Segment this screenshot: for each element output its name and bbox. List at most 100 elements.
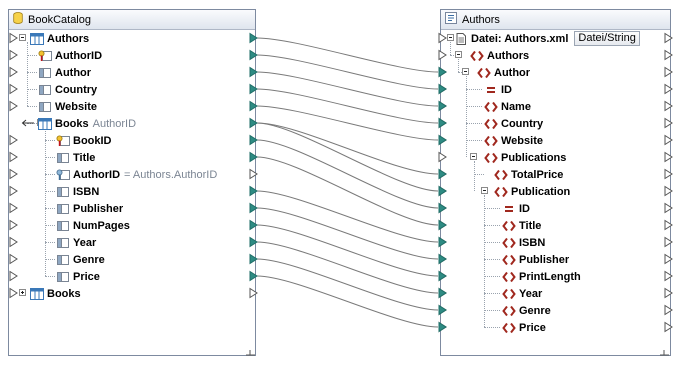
file-string-button[interactable]: Datei/String [574, 31, 640, 46]
left-row-year[interactable]: Year [56, 234, 96, 251]
left-row-numpages[interactable]: NumPages [56, 217, 130, 234]
input-connector[interactable] [9, 168, 18, 180]
right-row-name[interactable]: Name [484, 98, 531, 115]
connection-line[interactable] [256, 71, 439, 107]
output-connector[interactable] [249, 253, 258, 265]
output-connector[interactable] [249, 168, 258, 180]
output-connector[interactable] [249, 66, 258, 78]
output-connector[interactable] [664, 117, 673, 129]
input-connector[interactable] [438, 32, 447, 44]
collapse-toggle[interactable] [19, 34, 26, 41]
input-connector[interactable] [9, 66, 18, 78]
connection-line[interactable] [256, 190, 439, 243]
right-row-printlength[interactable]: PrintLength [502, 268, 581, 285]
input-connector[interactable] [9, 236, 18, 248]
right-row-totalprice[interactable]: TotalPrice [494, 166, 563, 183]
authors-title-bar[interactable]: Authors [441, 10, 670, 30]
connection-line[interactable] [256, 224, 439, 277]
input-connector[interactable] [9, 202, 18, 214]
left-row-bookid[interactable]: BookID [56, 132, 112, 149]
mapped-input-connector[interactable] [438, 202, 447, 214]
right-row-publications[interactable]: Publications [484, 149, 566, 166]
input-connector[interactable] [9, 287, 18, 299]
output-connector[interactable] [664, 202, 673, 214]
left-row-books[interactable]: Books [30, 285, 81, 302]
input-connector[interactable] [9, 32, 18, 44]
mapped-input-connector[interactable] [438, 253, 447, 265]
resize-grip[interactable] [246, 350, 256, 356]
collapse-toggle[interactable] [481, 187, 488, 194]
left-row-authorid[interactable]: AuthorID = Authors.AuthorID [56, 166, 217, 183]
mapped-input-connector[interactable] [438, 185, 447, 197]
output-connector[interactable] [664, 66, 673, 78]
connection-line[interactable] [256, 122, 439, 175]
connection-line[interactable] [256, 207, 439, 260]
right-row-website[interactable]: Website [484, 132, 543, 149]
right-row-publisher[interactable]: Publisher [502, 251, 569, 268]
right-row-genre[interactable]: Genre [502, 302, 551, 319]
resize-grip[interactable] [660, 350, 670, 356]
bookcatalog-title-bar[interactable]: BookCatalog [9, 10, 255, 30]
input-connector[interactable] [9, 100, 18, 112]
output-connector[interactable] [249, 287, 258, 299]
output-connector[interactable] [664, 253, 673, 265]
connection-line[interactable] [256, 139, 439, 209]
output-connector[interactable] [249, 202, 258, 214]
output-connector[interactable] [664, 219, 673, 231]
connection-line[interactable] [256, 275, 439, 328]
collapse-toggle[interactable] [462, 68, 469, 75]
right-row-publication[interactable]: Publication [494, 183, 570, 200]
left-row-isbn[interactable]: ISBN [56, 183, 99, 200]
left-row-genre[interactable]: Genre [56, 251, 105, 268]
connection-line[interactable] [256, 88, 439, 124]
mapped-input-connector[interactable] [438, 304, 447, 316]
output-connector[interactable] [664, 304, 673, 316]
collapse-toggle[interactable] [447, 34, 454, 41]
connection-line[interactable] [256, 156, 439, 226]
mapped-input-connector[interactable] [438, 219, 447, 231]
input-connector[interactable] [438, 49, 447, 61]
left-row-books[interactable]: Books AuthorID [38, 115, 136, 132]
right-row-id[interactable]: ID [502, 200, 530, 217]
left-row-authorid[interactable]: AuthorID [38, 47, 102, 64]
output-connector[interactable] [664, 151, 673, 163]
output-connector[interactable] [249, 185, 258, 197]
left-row-publisher[interactable]: Publisher [56, 200, 123, 217]
connection-line[interactable] [256, 105, 439, 141]
left-row-country[interactable]: Country [38, 81, 97, 98]
output-connector[interactable] [249, 32, 258, 44]
output-connector[interactable] [664, 49, 673, 61]
mapped-input-connector[interactable] [438, 168, 447, 180]
output-connector[interactable] [664, 134, 673, 146]
output-connector[interactable] [249, 219, 258, 231]
output-connector[interactable] [249, 134, 258, 146]
mapped-input-connector[interactable] [438, 287, 447, 299]
mapped-input-connector[interactable] [438, 236, 447, 248]
output-connector[interactable] [664, 287, 673, 299]
right-row-title[interactable]: Title [502, 217, 541, 234]
right-row-id[interactable]: ID [484, 81, 512, 98]
output-connector[interactable] [664, 168, 673, 180]
output-connector[interactable] [249, 236, 258, 248]
mapped-input-connector[interactable] [438, 117, 447, 129]
output-connector[interactable] [664, 321, 673, 333]
output-connector[interactable] [664, 270, 673, 282]
collapse-toggle[interactable] [470, 153, 477, 160]
left-row-price[interactable]: Price [56, 268, 100, 285]
input-connector[interactable] [9, 49, 18, 61]
collapse-toggle[interactable] [455, 51, 462, 58]
left-row-title[interactable]: Title [56, 149, 95, 166]
right-row-isbn[interactable]: ISBN [502, 234, 545, 251]
mapped-input-connector[interactable] [438, 134, 447, 146]
input-connector[interactable] [9, 185, 18, 197]
connection-line[interactable] [256, 241, 439, 294]
connection-line[interactable] [256, 258, 439, 311]
connection-line[interactable] [256, 37, 439, 73]
left-row-authors[interactable]: Authors [30, 30, 89, 47]
right-row-authors[interactable]: Authors [470, 47, 529, 64]
output-connector[interactable] [664, 32, 673, 44]
output-connector[interactable] [664, 185, 673, 197]
output-connector[interactable] [249, 49, 258, 61]
mapped-input-connector[interactable] [438, 83, 447, 95]
output-connector[interactable] [249, 151, 258, 163]
